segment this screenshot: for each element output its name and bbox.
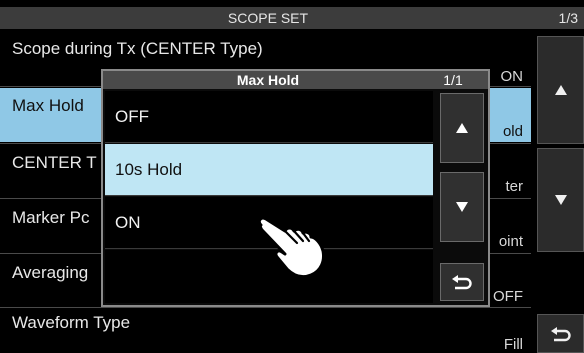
menu-item-label: Scope during Tx (CENTER Type) (12, 39, 263, 58)
dialog-scroll-up-button[interactable] (440, 93, 484, 163)
return-arrow-icon (550, 326, 571, 341)
screen-title: SCOPE SET (227, 10, 309, 26)
option-label: 10s Hold (115, 160, 183, 179)
option-label: OFF (115, 107, 149, 126)
dialog-title-bar: Max Hold 1/1 (103, 71, 488, 89)
menu-item-label: Averaging (12, 263, 89, 282)
triangle-down-icon (554, 195, 567, 205)
menu-item-waveform-type[interactable]: Waveform Type Fill (0, 309, 531, 353)
option-10s-hold[interactable]: 10s Hold (105, 144, 433, 196)
dialog-page-indicator: 1/1 (443, 72, 463, 88)
page-up-button[interactable] (537, 36, 584, 144)
option-label: ON (115, 213, 141, 232)
option-off[interactable]: OFF (105, 91, 433, 143)
title-bar: SCOPE SET 1/3 (0, 7, 584, 29)
dialog-back-button[interactable] (440, 263, 484, 301)
dialog-scroll-down-button[interactable] (440, 172, 484, 242)
triangle-up-icon (456, 123, 468, 133)
back-button[interactable] (537, 314, 584, 353)
triangle-up-icon (554, 85, 567, 95)
menu-item-value: old (502, 123, 523, 140)
menu-item-value: Fill (503, 336, 523, 353)
triangle-down-icon (456, 202, 468, 212)
return-arrow-icon (452, 275, 472, 290)
menu-item-value: oint (498, 233, 523, 250)
page-indicator: 1/3 (558, 10, 578, 26)
menu-item-value: ON (500, 68, 524, 85)
menu-item-label: CENTER T (12, 153, 97, 172)
pointing-hand-icon (257, 216, 325, 279)
menu-item-label: Waveform Type (12, 313, 131, 332)
menu-item-label: Max Hold (12, 96, 84, 115)
dialog-title: Max Hold (236, 72, 300, 88)
page-down-button[interactable] (537, 148, 584, 252)
scope-set-screen: SCOPE SET 1/3 Scope during Tx (CENTER Ty… (0, 0, 584, 353)
menu-item-label: Marker Pc (12, 208, 90, 227)
menu-item-value: ter (505, 178, 523, 195)
menu-item-value: OFF (493, 288, 523, 305)
